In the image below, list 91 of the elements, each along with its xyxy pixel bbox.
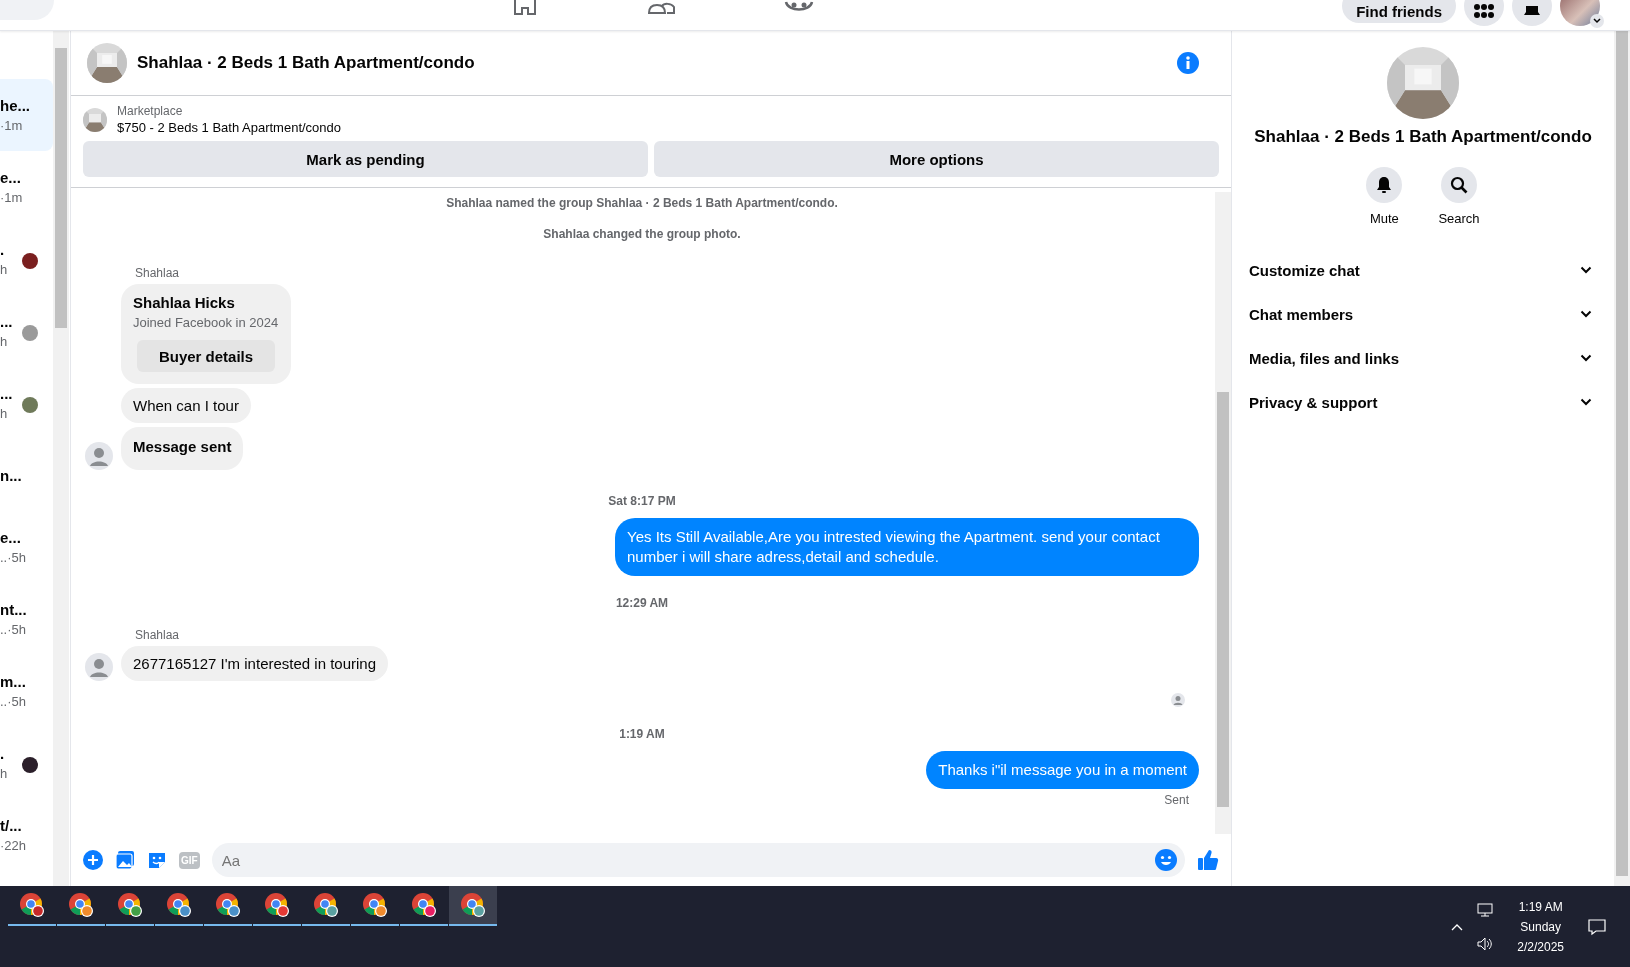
conversation-time: ·1m — [0, 118, 24, 133]
conversation-time: ..·5h — [0, 622, 27, 637]
seen-avatar-icon — [1171, 693, 1185, 707]
section-header[interactable]: Privacy & support — [1249, 380, 1598, 424]
conversation-title: n... — [0, 466, 23, 484]
conversation-time: h — [0, 334, 9, 349]
clock-time: 1:19 AM — [1518, 899, 1563, 914]
listing-title: $750 - 2 Beds 1 Bath Apartment/condo — [117, 120, 342, 135]
browser-icon[interactable] — [449, 886, 497, 926]
chevron-down-icon — [1580, 266, 1592, 274]
message-bubble: When can I tour — [121, 388, 251, 423]
section-header[interactable]: Customize chat — [1249, 248, 1598, 292]
people-icon[interactable] — [648, 0, 676, 14]
conversation-title: . — [0, 745, 6, 762]
buyer-joined: Joined Facebook in 2024 — [133, 315, 279, 330]
conversation-time: ·1m — [0, 190, 24, 205]
grid-icon — [1473, 4, 1495, 18]
conversation-time: h — [0, 406, 9, 421]
search-button[interactable] — [1441, 167, 1477, 203]
clock-date: 2/2/2025 — [1517, 939, 1564, 954]
buyer-name: Shahlaa Hicks — [133, 294, 235, 311]
chevron-up-icon[interactable] — [1451, 922, 1464, 931]
scrollbar[interactable] — [1215, 192, 1231, 834]
conversation-title: e... — [0, 169, 22, 186]
chevron-down-icon — [1580, 398, 1592, 406]
emoji-icon[interactable] — [1155, 849, 1177, 871]
sender-name: Shahlaa — [135, 628, 181, 642]
listing-label: Marketplace — [117, 104, 184, 118]
photo-icon[interactable] — [115, 850, 135, 870]
chevron-down-icon — [1593, 18, 1601, 24]
delivery-status: Sent — [1164, 793, 1190, 807]
find-friends-button[interactable]: Find friends — [1342, 0, 1456, 23]
event-message: Shahlaa named the group Shahlaa · 2 Beds 1 Bath Apartment/condo. — [445, 196, 839, 210]
conversation-item[interactable]: e... ..·5h — [0, 511, 53, 583]
notification-icon[interactable] — [1588, 917, 1606, 936]
timestamp: Sat 8:17 PM — [607, 494, 677, 508]
sender-name: Shahlaa — [135, 266, 181, 280]
action-label: Mute — [1369, 211, 1399, 226]
conversation-time: ..·5h — [0, 550, 27, 565]
message-input[interactable]: Aa — [211, 843, 1185, 877]
listing-action-button[interactable]: Mark as pending — [83, 141, 648, 177]
conversation-item[interactable]: . h — [0, 727, 53, 799]
thumbs-up-icon[interactable] — [1197, 849, 1219, 871]
conversation-item[interactable]: ... h — [0, 367, 53, 439]
network-icon[interactable] — [1477, 902, 1494, 917]
conversation-title: m... — [0, 673, 27, 690]
message-bubble: Yes Its Still Available,Are you intrested viewing the Apartment. send your contact number i will share adress,detail and schedule. — [615, 518, 1199, 576]
chevron-down-icon — [1580, 354, 1592, 362]
message-bubble: 2677165127 I'm interested in touring — [121, 646, 389, 681]
conversation-title: he... — [0, 97, 30, 114]
buyer-details-button[interactable]: Buyer details — [137, 340, 275, 372]
message-bubble: Thanks i"il message you in a moment — [926, 751, 1199, 789]
conversation-time: h — [0, 262, 9, 277]
sticker-icon[interactable] — [147, 850, 167, 870]
section-header[interactable]: Chat members — [1249, 292, 1598, 336]
conversation-time: ·22h — [0, 838, 28, 853]
conversation-item[interactable]: n... — [0, 439, 53, 511]
listing-action-button[interactable]: More options — [654, 141, 1219, 177]
clock-day: Sunday — [1520, 919, 1561, 934]
message-bubble: Message sent — [121, 427, 244, 470]
conversation-title: t/... — [0, 817, 23, 834]
action-label: Search — [1438, 211, 1480, 226]
conversation-time: ..·5h — [0, 694, 27, 709]
conversation-item[interactable]: he... ·1m — [0, 79, 53, 151]
conversation-item[interactable]: e... ·1m — [0, 151, 53, 223]
conversation-title: ... — [0, 385, 14, 402]
timestamp: 1:19 AM — [618, 727, 666, 741]
conversation-title: e... — [0, 529, 22, 546]
conversation-title: . — [0, 241, 6, 258]
house-icon[interactable] — [512, 0, 538, 16]
section-header[interactable]: Media, files and links — [1249, 336, 1598, 380]
scrollbar[interactable] — [1614, 31, 1630, 886]
chevron-down-icon — [1580, 310, 1592, 318]
scrollbar[interactable] — [53, 31, 69, 886]
conversation-item[interactable]: t/... ·22h — [0, 799, 53, 871]
conversation-time: h — [0, 766, 9, 781]
mute-button[interactable] — [1366, 167, 1403, 203]
conversation-name: Shahlaa · 2 Beds 1 Bath Apartment/condo — [1254, 127, 1592, 147]
conversation-item[interactable]: ... h — [0, 295, 53, 367]
conversation-item[interactable]: nt... ..·5h — [0, 583, 53, 655]
info-icon[interactable] — [1177, 52, 1199, 74]
event-message: Shahlaa changed the group photo. — [542, 227, 742, 241]
search-icon — [1450, 176, 1468, 194]
add-icon[interactable] — [83, 850, 103, 870]
conversation-title: ... — [0, 313, 14, 330]
conversation-item[interactable]: m... ..·5h — [0, 655, 53, 727]
conversation-item[interactable]: . h — [0, 223, 53, 295]
timestamp: 12:29 AM — [614, 596, 670, 610]
conversation-title: nt... — [0, 601, 28, 618]
chat-title: Shahlaa · 2 Beds 1 Bath Apartment/condo — [137, 53, 476, 73]
volume-icon[interactable] — [1477, 936, 1494, 951]
